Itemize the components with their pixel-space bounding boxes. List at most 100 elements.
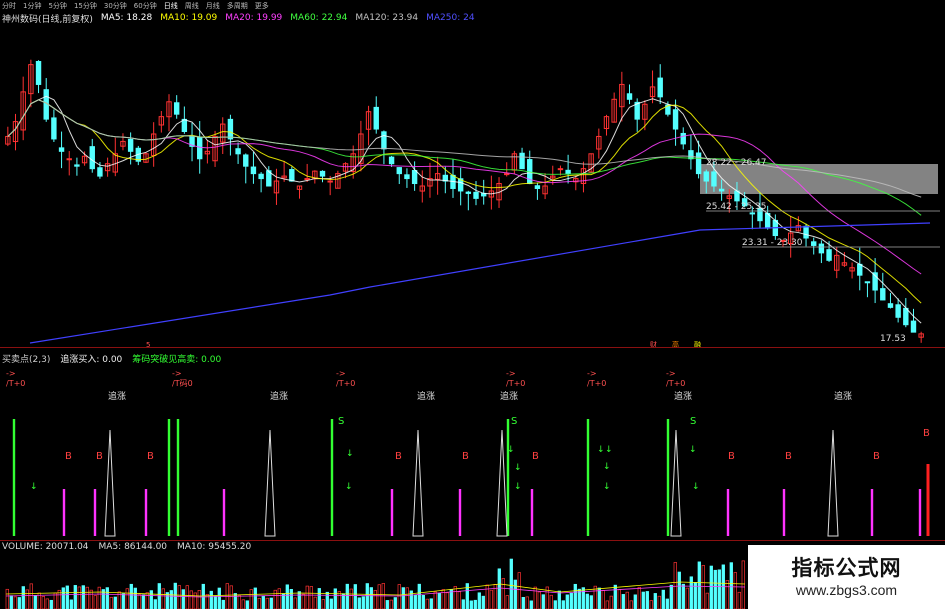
candle-body [411,170,418,185]
candle-body [910,320,917,333]
event-tag: 融 [694,340,701,347]
toolbar-item-2[interactable]: 5分钟 [48,1,66,11]
candle-body [672,109,679,130]
volume-bar [565,594,569,609]
volume-bar [633,594,637,609]
s-signal-label: S [338,416,344,427]
toolbar-item-10[interactable]: 更多 [255,1,269,11]
down-arrow-icon: ↓ [345,482,353,492]
volume-bar [561,600,565,609]
spike-signal [496,429,508,537]
volume-bar [313,596,317,609]
arrow-mark: -> [6,369,16,378]
volume-bar [97,586,101,609]
volume-bar [373,590,377,609]
volume-bar [285,584,289,609]
watermark-url: www.zbgs3.com [795,582,898,598]
volume-bar [581,587,585,609]
volume-bar [333,588,337,609]
candlestick-chart[interactable]: 28.22 - 26.47 25.42 - 25.35 23.31 - 23.30 1… [0,25,945,347]
volume-bar [377,584,381,609]
candle-body [749,212,756,215]
toolbar-item-5[interactable]: 60分钟 [134,1,157,11]
arrow-mark: -> [587,369,597,378]
volume-bar [25,589,29,609]
spike-signal [827,429,839,537]
candle-body [304,178,310,181]
volume-bar [401,587,405,609]
volume-bar [133,587,137,609]
down-arrow-icon: ↓ [692,482,700,492]
volume-bar [709,565,713,609]
volume-bar [149,590,153,609]
price-zone-label-3: 23.31 - 23.30 [742,238,803,248]
candle-body [703,171,709,182]
volume-bar [229,585,233,609]
volume-bar [17,597,21,609]
candle-body [626,93,633,100]
candle-body [826,249,832,261]
toolbar-item-6[interactable]: 日线 [164,1,178,11]
candle-body [473,191,479,199]
chart-title[interactable]: 神州数码(日线,前复权) [2,12,93,25]
event-tag: 财 [650,340,657,347]
volume-bar [153,599,157,609]
toolbar-item-4[interactable]: 30分钟 [104,1,127,11]
volume-bar [297,591,301,609]
toolbar-item-0[interactable]: 分时 [2,1,16,11]
volume-bar [217,587,221,609]
down-arrow-icon: ↓ [597,445,605,455]
down-arrow-icon: ↓ [507,445,515,455]
volume-bar [193,592,197,609]
toolbar-item-1[interactable]: 1分钟 [23,1,41,11]
buy-sell-indicator-chart[interactable]: 追涨 追涨 追涨 追涨 追涨 追涨->/T+0->/T码0->/T+0->/T+0->/T… [0,364,945,539]
b-signal-label: B [96,451,103,462]
volume-bar [245,600,249,609]
volume-bar [661,589,665,609]
toolbar-item-8[interactable]: 月线 [206,1,220,11]
volume-bar [541,594,545,609]
candle-body [197,136,203,160]
watermark-logo: 指标公式网 www.zbgs3.com [748,545,945,609]
volume-bar [105,587,109,609]
volume-bar [509,558,513,609]
volume-bar [429,598,433,609]
tplus-label: /T码0 [172,379,193,388]
volume-bar [41,596,45,609]
candle-body [396,167,402,175]
volume-bar [501,578,505,609]
zhuizhang-label: 追涨 [500,390,518,402]
candle-body [864,281,871,284]
candle-body [534,185,541,189]
candle-body [381,131,387,150]
volume-bar [637,586,641,609]
volume-bar [405,587,409,609]
toolbar-item-9[interactable]: 多周期 [227,1,248,11]
volume-bar [657,595,661,609]
volume-bar [109,596,113,609]
volume-bar [177,585,181,609]
volume-bar [29,583,33,609]
spike-signal [412,429,424,537]
volume-bar [621,594,625,609]
volume-bar [209,590,213,609]
candle-body [127,138,134,152]
volume-bar [237,595,241,609]
volume-bar [281,593,285,609]
volume-bar [533,586,537,609]
volume-bar [601,589,605,609]
event-tag: 高 [672,340,679,347]
volume-bar [129,583,133,609]
volume-bar [517,572,521,609]
candle-body [388,156,395,165]
volume-bar [569,592,573,609]
volume-bar [357,597,361,609]
candle-body [504,173,510,176]
volume-value[interactable]: VOLUME: 20071.04 [2,542,89,552]
toolbar-item-7[interactable]: 周线 [185,1,199,11]
volume-bar [641,591,645,609]
main-chart-header: 神州数码(日线,前复权) MA5: 18.28 MA10: 19.09 MA20… [2,11,475,25]
volume-ma10: MA10: 95455.20 [177,542,252,552]
volume-bar [593,585,597,609]
toolbar-item-3[interactable]: 15分钟 [74,1,97,11]
